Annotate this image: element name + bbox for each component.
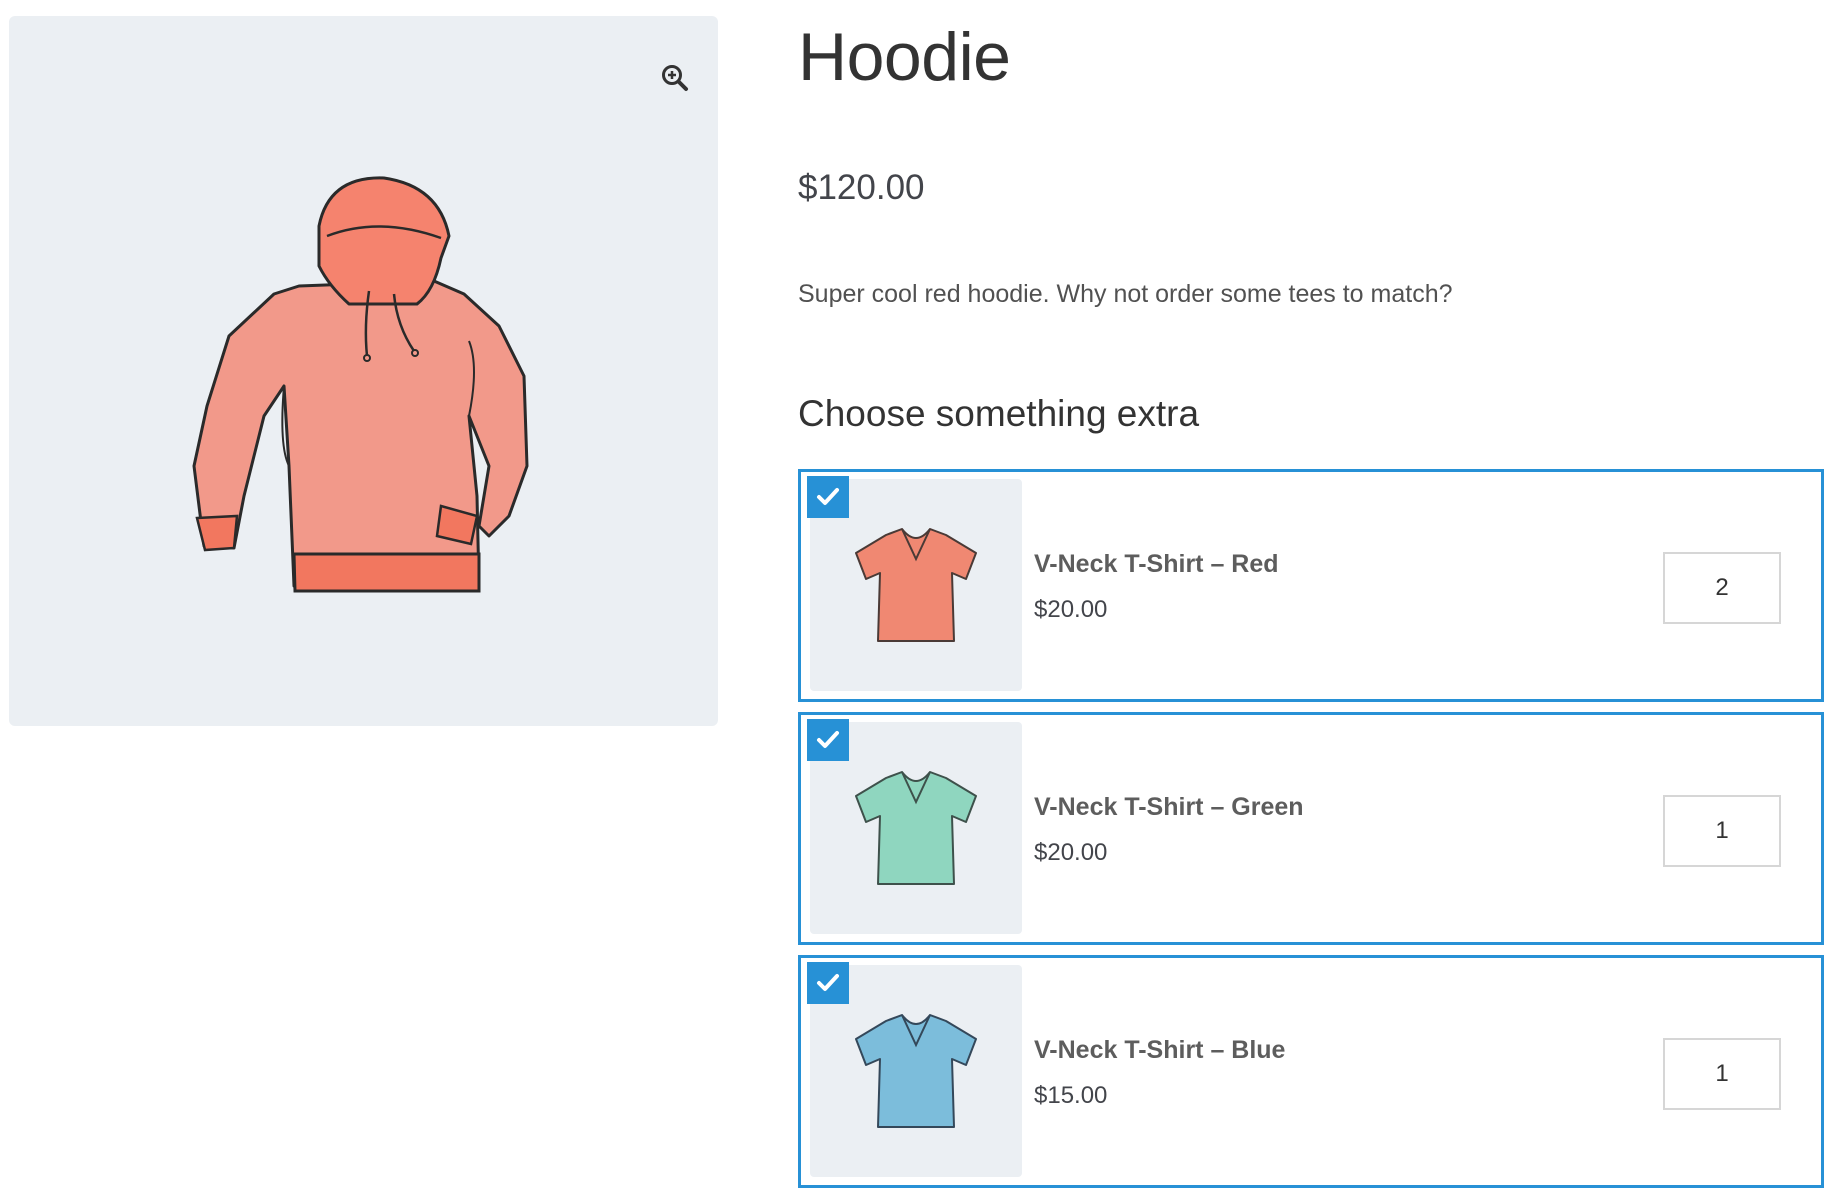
quantity-input[interactable] <box>1663 1038 1781 1110</box>
extras-heading: Choose something extra <box>798 393 1200 434</box>
extra-item-green[interactable]: V-Neck T-Shirt – Green $20.00 <box>798 712 1824 945</box>
zoom-button[interactable] <box>649 52 701 104</box>
extra-item-name[interactable]: V-Neck T-Shirt – Red <box>1034 550 1279 579</box>
checkmark-icon <box>817 488 839 505</box>
product-gallery[interactable] <box>9 16 718 726</box>
quantity-input[interactable] <box>1663 552 1781 624</box>
extra-item-name[interactable]: V-Neck T-Shirt – Green <box>1034 793 1304 822</box>
extras-list: V-Neck T-Shirt – Red $20.00 V-Neck T-Shi… <box>798 469 1824 1198</box>
extra-item-price: $20.00 <box>1034 596 1108 623</box>
zoom-in-icon <box>662 65 688 91</box>
extra-item-price: $15.00 <box>1034 1082 1108 1109</box>
extra-item-price: $20.00 <box>1034 839 1108 866</box>
product-description: Super cool red hoodie. Why not order som… <box>798 280 1453 308</box>
extra-item-blue[interactable]: V-Neck T-Shirt – Blue $15.00 <box>798 955 1824 1188</box>
tshirt-blue-image <box>855 1014 977 1128</box>
product-title: Hoodie <box>798 19 1011 95</box>
product-price: $120.00 <box>798 168 925 207</box>
extra-checkbox-red[interactable] <box>807 476 849 518</box>
tshirt-red-image <box>855 528 977 642</box>
quantity-input[interactable] <box>1663 795 1781 867</box>
checkmark-icon <box>817 731 839 748</box>
extra-item-name[interactable]: V-Neck T-Shirt – Blue <box>1034 1036 1285 1065</box>
extra-checkbox-blue[interactable] <box>807 962 849 1004</box>
extra-checkbox-green[interactable] <box>807 719 849 761</box>
extra-item-red[interactable]: V-Neck T-Shirt – Red $20.00 <box>798 469 1824 702</box>
hoodie-image <box>192 176 529 593</box>
checkmark-icon <box>817 974 839 991</box>
tshirt-green-image <box>855 771 977 885</box>
